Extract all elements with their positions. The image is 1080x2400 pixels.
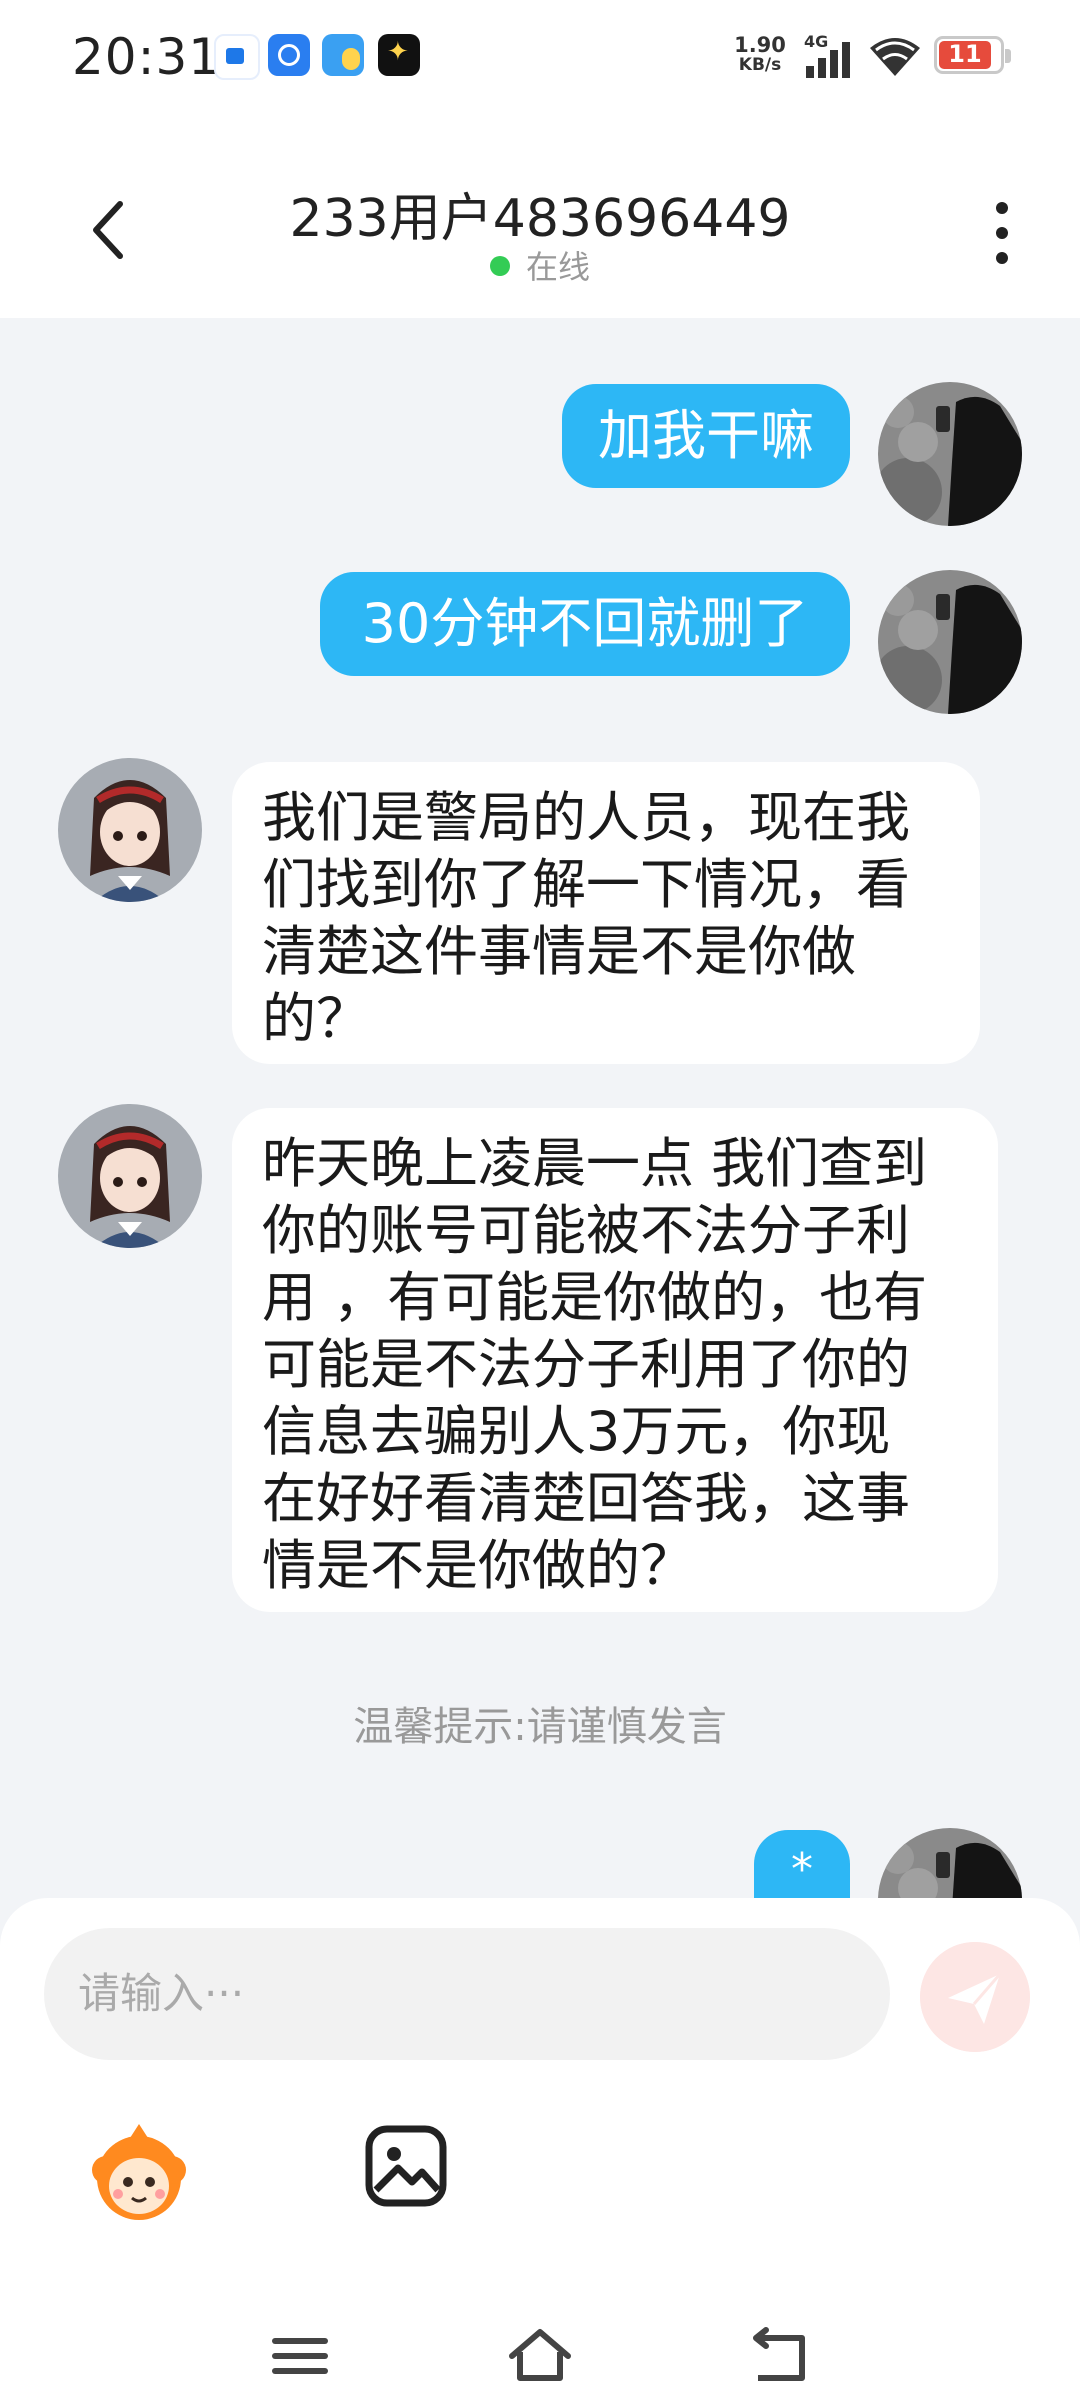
outgoing-message-bubble[interactable]: *	[754, 1830, 850, 1898]
contact-avatar[interactable]	[58, 758, 202, 902]
message-line: 的？	[262, 987, 370, 1050]
online-status-label: 在线	[525, 248, 590, 286]
message-line: 在好好看清楚回答我，这事	[262, 1467, 910, 1530]
safety-tip: 温馨提示:请谨慎发言	[353, 1704, 727, 1750]
cellular-signal-icon: 4G	[804, 32, 856, 78]
user-avatar[interactable]	[878, 570, 1022, 714]
menu-nav-icon[interactable]	[264, 2324, 336, 2388]
send-icon[interactable]	[920, 1942, 1030, 2052]
image-icon[interactable]	[364, 2124, 448, 2208]
network-speed: 1.90 KB/s	[730, 34, 790, 74]
wifi-icon	[870, 38, 920, 76]
incoming-message-bubble[interactable]: 我们是警局的人员，现在我 们找到你了解一下情况，看 清楚这件事情是不是你做 的？	[232, 762, 980, 1064]
network-speed-unit: KB/s	[738, 55, 782, 75]
message-input[interactable]: 请输入···	[44, 1928, 890, 2060]
network-type: 4G	[804, 32, 829, 51]
online-dot-icon	[489, 256, 510, 276]
message-line: 可能是不法分子利用了你的	[262, 1333, 910, 1396]
outgoing-message-bubble[interactable]: 30分钟不回就删了	[320, 572, 850, 676]
user-avatar[interactable]	[878, 382, 1022, 526]
battery-level: 11	[948, 40, 982, 68]
chat-title: 233用户483696449	[289, 189, 791, 249]
status-bar: 20:31 1.90 KB/s 4G 11	[0, 0, 1080, 120]
message-line: 情是不是你做的？	[262, 1534, 694, 1597]
user-avatar[interactable]	[878, 1828, 1022, 1898]
notification-app-icon	[214, 34, 260, 80]
status-time: 20:31	[72, 28, 222, 86]
message-text: 30分钟不回就删了	[361, 592, 809, 655]
message-line: 清楚这件事情是不是你做	[262, 920, 856, 983]
message-line: 用 ，有可能是你做的，也有	[262, 1266, 928, 1329]
message-line: 昨天晚上凌晨一点 我们查到	[262, 1132, 928, 1195]
chat-header: 233用户483696449 在线	[0, 120, 1080, 318]
notification-app-icon	[268, 34, 310, 76]
message-input-placeholder: 请输入···	[78, 1969, 245, 2018]
emoji-icon[interactable]	[84, 2118, 194, 2228]
input-panel: 请输入···	[0, 1898, 1080, 2400]
message-line: 你的账号可能被不法分子利	[262, 1199, 910, 1262]
message-line: 们找到你了解一下情况，看	[262, 853, 910, 916]
notification-app-icon	[378, 34, 420, 76]
incoming-message-bubble[interactable]: 昨天晚上凌晨一点 我们查到 你的账号可能被不法分子利 用 ，有可能是你做的，也有…	[232, 1108, 998, 1612]
message-line: 我们是警局的人员，现在我	[262, 786, 910, 849]
outgoing-message-bubble[interactable]: 加我干嘛	[562, 384, 850, 488]
home-nav-icon[interactable]	[504, 2324, 576, 2388]
back-nav-icon[interactable]	[744, 2324, 816, 2388]
message-text: *	[791, 1844, 813, 1895]
notification-app-icon	[322, 34, 364, 76]
contact-avatar[interactable]	[58, 1104, 202, 1248]
message-list[interactable]: 加我干嘛 30分钟不回就删了 我们是警局的人员，现在我 们找到你了解一下情况，看	[0, 318, 1080, 1898]
more-vertical-icon[interactable]	[980, 198, 1024, 268]
message-text: 加我干嘛	[598, 404, 814, 467]
network-speed-value: 1.90	[734, 33, 786, 57]
message-line: 信息去骗别人3万元，你现	[262, 1400, 891, 1463]
battery-icon: 11	[934, 36, 1011, 74]
online-status: 在线	[0, 242, 1080, 288]
